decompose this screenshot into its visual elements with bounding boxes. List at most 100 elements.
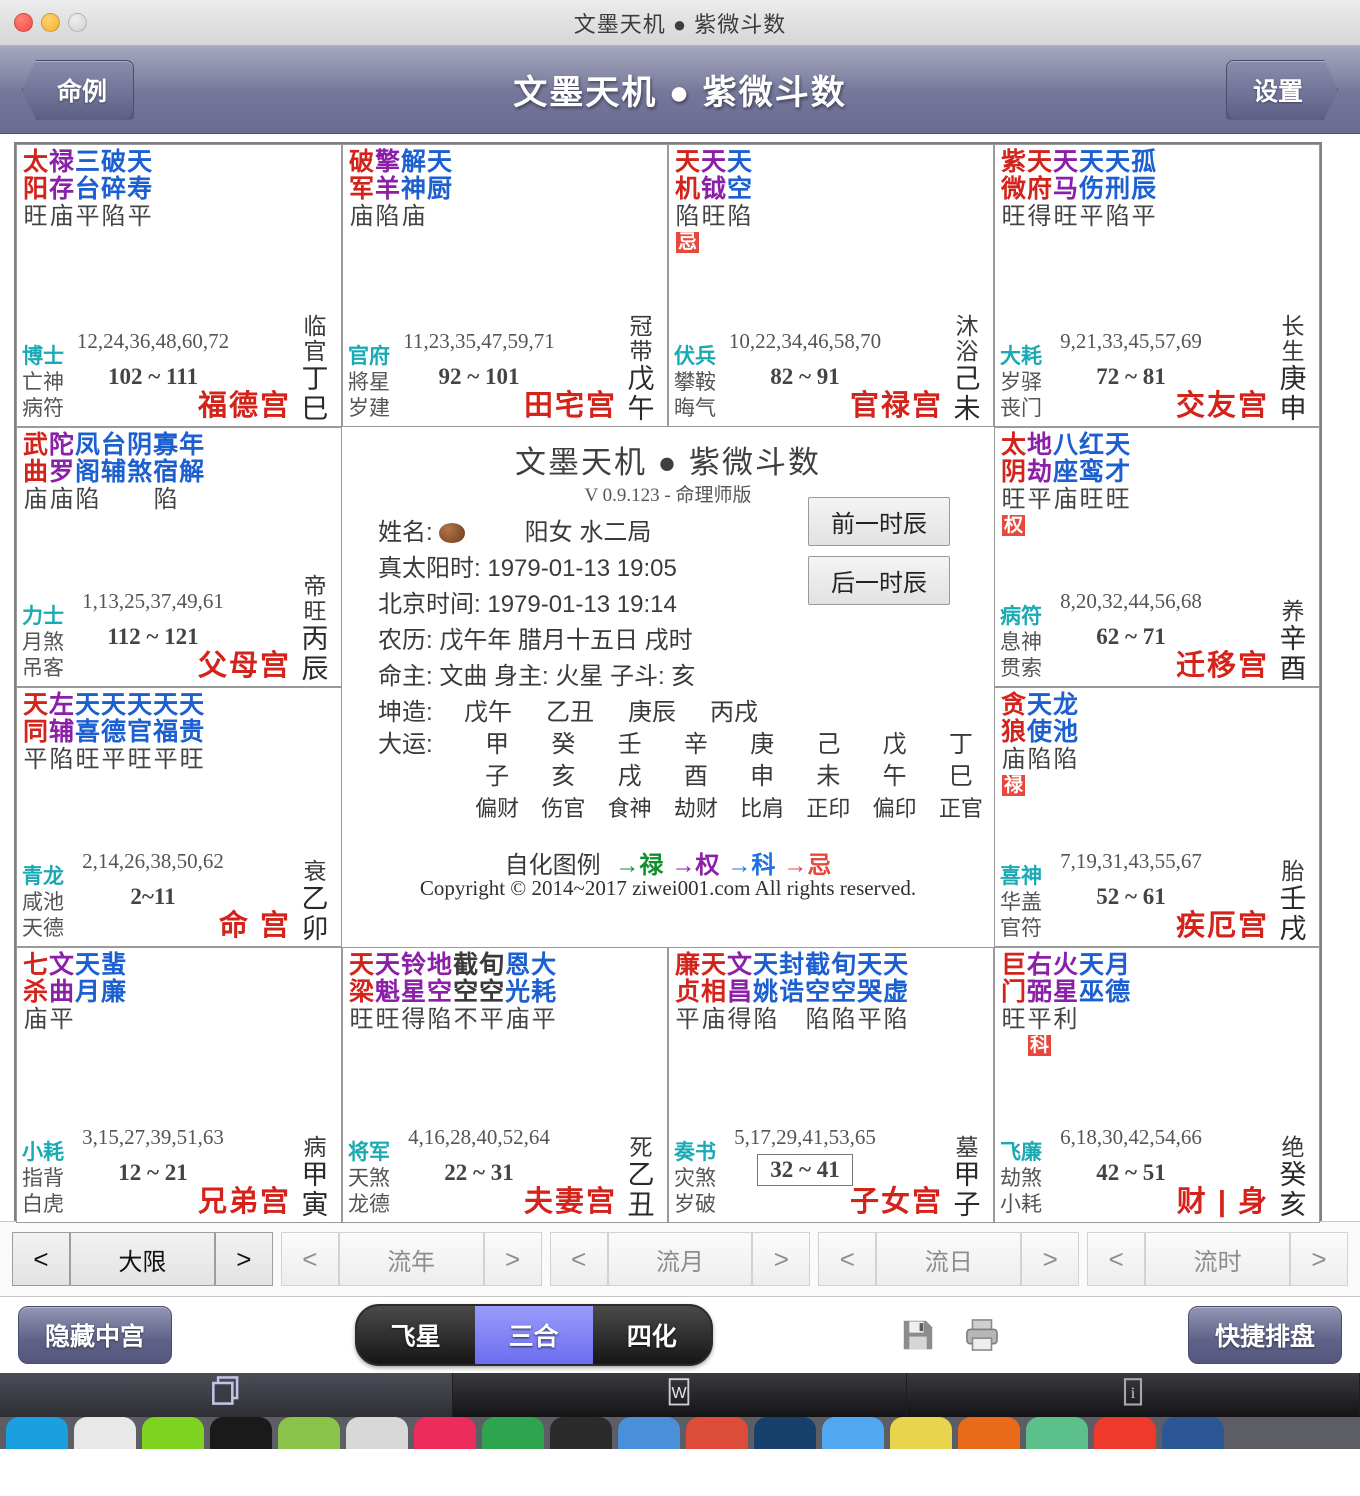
palace-name[interactable]: 疾厄宫 [1176,902,1269,944]
nav-prev-liuyue[interactable]: < [549,1232,608,1286]
nav-group-liunian[interactable]: < 流年 > [280,1232,542,1286]
star-name: 解神 [401,148,427,203]
star-list: 天机陷忌天钺旺天空陷 [669,145,993,253]
dock-icon-app17[interactable] [1094,1417,1156,1449]
nav-prev-liunian[interactable]: < [280,1232,339,1286]
mode-segment-四化[interactable]: 四化 [592,1306,711,1364]
prev-hour-button[interactable]: 前一时辰 [808,497,950,546]
palace-cell[interactable]: 天机陷忌天钺旺天空陷 10,22,34,46,58,70 82 ~ 91 伏兵 攀鞍 晦气… [668,144,994,427]
palace-name[interactable]: 迁移宫 [1176,642,1269,684]
save-icon[interactable] [895,1312,941,1358]
dock-icon-word[interactable] [1162,1417,1224,1449]
star-name: 陀罗 [49,431,75,486]
palace-name[interactable]: 夫妻宫 [524,1178,617,1220]
nav-group-daxian[interactable]: < 大限 > [12,1232,273,1286]
palace-cell[interactable]: 武曲庙陀罗庙凤阁陷台辅 阴煞 寡宿陷年解 1,13,25,37,49,61 112… [16,427,342,687]
mode-segmented-control[interactable]: 飞星 三合 四化 [354,1304,713,1366]
dock-icon-app16[interactable] [1026,1417,1088,1449]
mode-segment-三合[interactable]: 三合 [474,1306,593,1364]
taskbar-window-word[interactable]: W [453,1373,907,1417]
nav-next-daxian[interactable]: > [214,1232,273,1286]
dock-icon-app7[interactable] [414,1417,476,1449]
print-icon[interactable] [959,1312,1005,1358]
taskbar-window-info[interactable]: i [906,1373,1360,1417]
dock-icon-android[interactable] [278,1417,340,1449]
palace-ganzhi: 己未 [953,364,981,424]
palace-cell[interactable]: 破军庙擎羊陷解神庙天厨 11,23,35,47,59,71 92 ~ 101 官府將… [342,144,668,427]
settings-button[interactable]: 设置 [1226,60,1338,120]
dayun-cell: 比肩 [740,796,785,821]
quick-chart-button[interactable]: 快捷排盘 [1187,1306,1342,1364]
palace-name[interactable]: 兄弟宫 [198,1178,291,1220]
dock-icon-qq[interactable] [210,1417,272,1449]
dock-icon-app14[interactable] [890,1417,952,1449]
star-brightness: 陷 [101,203,126,230]
shichen-buttons[interactable]: 前一时辰 后一时辰 [808,497,950,615]
star-name: 天魁 [375,951,401,1006]
palace-cell[interactable]: 天同平左辅陷天喜旺天德平天官旺天福平天贵旺 2,14,26,38,50,62 2~1… [16,687,342,947]
palace-cell[interactable]: 太阳旺禄存庙三台平破碎陷天寿平 12,24,36,48,60,72 102 ~ 11… [16,144,342,427]
nav-label-liuri[interactable]: 流日 [876,1232,1022,1286]
nav-prev-daxian[interactable]: < [12,1232,70,1286]
star-brightness: 旺 [179,746,204,773]
nav-label-liunian[interactable]: 流年 [338,1232,484,1286]
dock-icon-app12[interactable] [754,1417,816,1449]
os-taskbar[interactable]: W i [0,1373,1360,1417]
nav-label-daxian[interactable]: 大限 [70,1232,215,1286]
nav-next-liushi[interactable]: > [1289,1232,1348,1286]
dock-icon-app8[interactable] [482,1417,544,1449]
dock-icon-app2[interactable] [74,1417,136,1449]
star-column: 天梁旺 [349,952,374,1034]
palace-name[interactable]: 命 宫 [219,902,291,944]
dock-icon-terminal[interactable] [550,1417,612,1449]
palace-cell[interactable]: 七杀庙文曲平天月 蜚廉 3,15,27,39,51,63 12 ~ 21 小耗 指背白… [16,947,342,1223]
nav-label-liuyue[interactable]: 流月 [607,1232,753,1286]
nav-group-liuyue[interactable]: < 流月 > [549,1232,811,1286]
dock-icon-app6[interactable] [346,1417,408,1449]
star-brightness: 庙 [49,203,74,230]
nav-group-liuri[interactable]: < 流日 > [818,1232,1080,1286]
palace-name[interactable]: 福德宫 [198,382,291,424]
lunar-label: 农历: [378,627,433,654]
nav-prev-liushi[interactable]: < [1087,1232,1146,1286]
dock-icon-app13[interactable] [822,1417,884,1449]
palace-name[interactable]: 子女宫 [850,1178,943,1220]
dock-icon-app1[interactable] [6,1417,68,1449]
nav-next-liuyue[interactable]: > [752,1232,811,1286]
star-column: 右弼平科 [1027,952,1052,1056]
cases-button[interactable]: 命例 [22,59,135,120]
dayun-cell: 申 [750,763,775,790]
jiangqian-star: 岁驿 [1000,371,1042,394]
palace-name[interactable]: 官禄宫 [850,382,943,424]
hide-center-button[interactable]: 隐藏中宫 [18,1306,173,1364]
dock-icon-app3[interactable] [142,1417,204,1449]
star-brightness: 平 [531,1006,556,1033]
nav-next-liunian[interactable]: > [483,1232,542,1286]
taskbar-window-ziwei[interactable] [0,1373,454,1417]
os-dock[interactable] [0,1417,1360,1449]
palace-name[interactable]: 交友宫 [1176,382,1269,424]
palace-cell[interactable]: 廉贞平天相庙文昌得天姚陷封诰 截空陷旬空陷天哭平天虚陷 5,17,29,41,53… [668,947,994,1223]
palace-cell[interactable]: 天梁旺天魁旺铃星得地空陷截空不旬空平恩光庙大耗平 4,16,28,40,52,64… [342,947,668,1223]
star-column: 贪狼庙禄 [1001,692,1026,796]
nav-next-liuri[interactable]: > [1021,1232,1080,1286]
window-titlebar: 文墨天机 ● 紫微斗数 [0,0,1360,46]
dock-icon-firefox[interactable] [958,1417,1020,1449]
palace-name[interactable]: 田宅宫 [524,382,617,424]
palace-cell[interactable]: 紫微旺天府得天马旺天伤平天刑陷孤辰平 9,21,33,45,57,69 72 ~ 8… [994,144,1320,427]
palace-name[interactable]: 财 | 身 [1177,1178,1269,1220]
dock-icon-chrome[interactable] [686,1417,748,1449]
palace-cell[interactable]: 贪狼庙禄天使陷龙池陷 7,19,31,43,55,67 52 ~ 61 喜神 华盖 官符疾… [994,687,1320,947]
legend-item-忌: →忌 [783,852,832,879]
palace-cell[interactable]: 巨门旺右弼平科火星利天巫 月德 6,18,30,42,54,66 42 ~ 51 飞… [994,947,1320,1223]
palace-name[interactable]: 父母宫 [198,642,291,684]
nav-prev-liuri[interactable]: < [818,1232,877,1286]
star-column: 阴煞 [127,432,152,514]
nav-label-liushi[interactable]: 流时 [1145,1232,1290,1286]
mode-segment-飞星[interactable]: 飞星 [356,1306,475,1364]
next-hour-button[interactable]: 后一时辰 [808,556,950,605]
palace-cell[interactable]: 太阴旺权地劫平八座庙红鸾旺天才旺 8,20,32,44,56,68 62 ~ 71 病… [994,427,1320,687]
nav-group-liushi[interactable]: < 流时 > [1087,1232,1348,1286]
period-nav-bar[interactable]: < 大限 > < 流年 > < 流月 > < 流日 > < 流时 > [0,1221,1360,1297]
dock-icon-app10[interactable] [618,1417,680,1449]
